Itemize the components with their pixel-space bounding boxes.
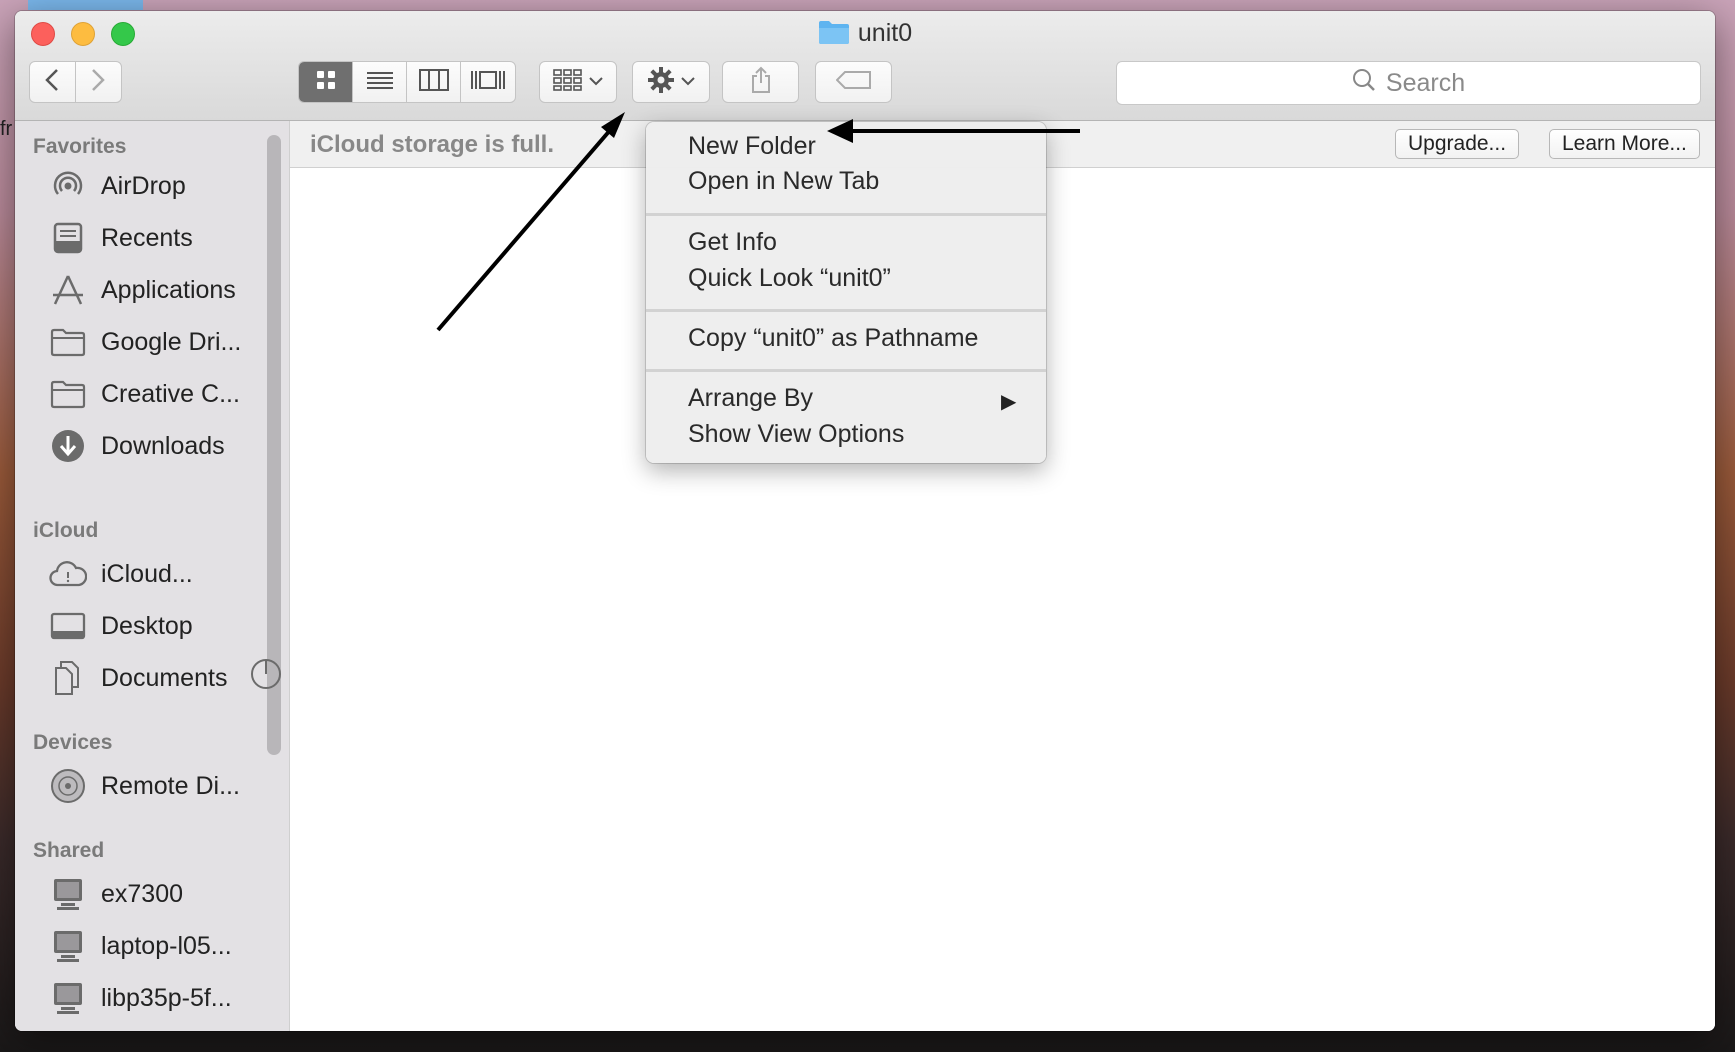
menu-item-copy-pathname[interactable]: Copy “unit0” as Pathname <box>688 324 978 353</box>
chevron-right-icon <box>91 68 106 97</box>
icon-view-button[interactable] <box>299 62 353 102</box>
airdrop-icon <box>49 167 87 205</box>
sidebar-item-recents[interactable]: Recents <box>49 218 269 258</box>
menu-separator <box>646 213 1046 216</box>
sidebar-item-ex7300[interactable]: ex7300 <box>49 874 269 914</box>
sidebar-item-label: Recents <box>101 223 193 252</box>
sidebar: Favorites AirDrop Recents Applications G… <box>15 121 290 1031</box>
sidebar-item-label: Downloads <box>101 431 225 460</box>
section-favorites: Favorites <box>33 135 127 158</box>
list-icon <box>366 70 394 95</box>
share-icon <box>750 66 772 99</box>
recents-icon <box>49 219 87 257</box>
sidebar-item-label: ex7300 <box>101 879 184 908</box>
documents-icon <box>49 659 87 697</box>
list-view-button[interactable] <box>353 62 407 102</box>
nav-buttons <box>29 61 122 103</box>
section-shared: Shared <box>33 839 105 862</box>
applications-icon <box>49 271 87 309</box>
sidebar-item-label: AirDrop <box>101 171 186 200</box>
sidebar-item-airdrop[interactable]: AirDrop <box>49 166 269 206</box>
back-button[interactable] <box>30 62 76 102</box>
sidebar-item-icloud-drive[interactable]: iCloud... <box>49 554 269 594</box>
column-view-button[interactable] <box>407 62 461 102</box>
menu-separator <box>646 309 1046 312</box>
sidebar-item-laptop[interactable]: laptop-l05... <box>49 926 269 966</box>
menu-item-quick-look[interactable]: Quick Look “unit0” <box>688 264 891 293</box>
sidebar-item-applications[interactable]: Applications <box>49 270 269 310</box>
window-title-text: unit0 <box>857 19 913 47</box>
menu-item-arrange-by[interactable]: Arrange By <box>688 384 813 413</box>
chevron-down-icon <box>589 73 603 91</box>
icloud-icon <box>49 555 87 593</box>
section-icloud: iCloud <box>33 519 99 542</box>
sidebar-item-libp35p[interactable]: libp35p-5f... <box>49 978 269 1018</box>
downloads-icon <box>49 427 87 465</box>
sidebar-item-label: Google Dri... <box>101 327 242 356</box>
folder-icon <box>49 375 87 413</box>
chevron-down-icon <box>681 73 695 91</box>
folder-icon <box>818 19 850 52</box>
computer-icon <box>49 927 87 965</box>
window-title: unit0 <box>15 19 1715 52</box>
desktop-icon <box>49 607 87 645</box>
menu-separator <box>646 369 1046 372</box>
menu-item-new-folder[interactable]: New Folder <box>688 132 816 161</box>
desktop-top-strip <box>28 0 143 10</box>
search-input[interactable]: Search <box>1116 61 1701 105</box>
sidebar-item-label: laptop-l05... <box>101 931 232 960</box>
computer-icon <box>49 979 87 1017</box>
sidebar-item-creative-cloud[interactable]: Creative C... <box>49 374 269 414</box>
tag-button[interactable] <box>815 61 892 103</box>
columns-icon <box>418 68 449 96</box>
menu-item-get-info[interactable]: Get Info <box>688 228 777 257</box>
titlebar: unit0 Search <box>15 11 1715 121</box>
folder-icon <box>49 323 87 361</box>
forward-button[interactable] <box>76 62 122 102</box>
sidebar-item-label: Applications <box>101 275 236 304</box>
sidebar-item-downloads[interactable]: Downloads <box>49 426 269 466</box>
share-button[interactable] <box>722 61 799 103</box>
chevron-left-icon <box>45 68 59 97</box>
action-button[interactable] <box>632 61 710 103</box>
group-by-icon <box>553 68 583 96</box>
banner-message: iCloud storage is full. <box>310 131 555 158</box>
section-devices: Devices <box>33 731 113 754</box>
sidebar-item-desktop[interactable]: Desktop <box>49 606 269 646</box>
upgrade-button[interactable]: Upgrade... <box>1395 129 1520 159</box>
sidebar-item-label: Desktop <box>101 611 193 640</box>
sidebar-item-label: Remote Di... <box>101 771 240 800</box>
cover-flow-icon <box>470 69 506 96</box>
menu-item-show-view-options[interactable]: Show View Options <box>688 420 904 449</box>
cover-flow-view-button[interactable] <box>461 62 515 102</box>
tag-icon <box>835 70 872 94</box>
sidebar-item-label: iCloud... <box>101 559 193 588</box>
computer-icon <box>49 875 87 913</box>
view-mode-control <box>298 61 516 103</box>
menu-item-open-in-new-tab[interactable]: Open in New Tab <box>688 167 879 196</box>
finder-window: unit0 Search Favorites AirDrop Recents A… <box>15 11 1715 1031</box>
sidebar-item-remote-disc[interactable]: Remote Di... <box>49 766 269 806</box>
action-menu: New Folder Open in New Tab Get Info Quic… <box>646 122 1046 463</box>
search-icon <box>1352 68 1376 99</box>
group-by-button[interactable] <box>539 61 617 103</box>
desktop-edge-text: fr <box>0 118 13 140</box>
gear-icon <box>647 66 675 99</box>
sidebar-item-label: Creative C... <box>101 379 240 408</box>
submenu-arrow-icon: ▶ <box>1001 391 1017 413</box>
sidebar-item-label: libp35p-5f... <box>101 983 232 1012</box>
sidebar-item-google-drive[interactable]: Google Dri... <box>49 322 269 362</box>
sidebar-item-label: Documents <box>101 663 228 692</box>
sidebar-item-documents[interactable]: Documents <box>49 658 269 698</box>
disc-icon <box>49 767 87 805</box>
search-placeholder: Search <box>1385 68 1466 97</box>
learn-more-button[interactable]: Learn More... <box>1549 129 1700 159</box>
grid-icon <box>315 69 337 96</box>
